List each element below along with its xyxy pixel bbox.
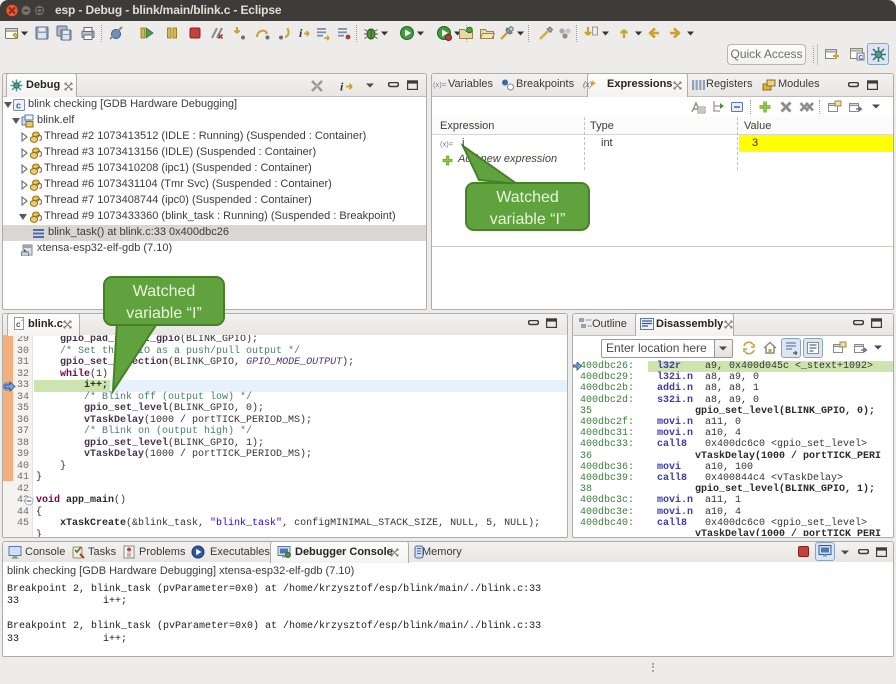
svg-text:(x): (x) (583, 80, 593, 89)
svg-text:i: i (340, 80, 344, 94)
svg-text:c: c (16, 101, 21, 111)
svg-text:(x)=: (x)= (433, 80, 447, 89)
svg-text:c: c (16, 320, 21, 329)
svg-text:(x)=: (x)= (440, 140, 454, 149)
svg-text:C: C (859, 54, 864, 61)
svg-text:i: i (299, 26, 303, 40)
